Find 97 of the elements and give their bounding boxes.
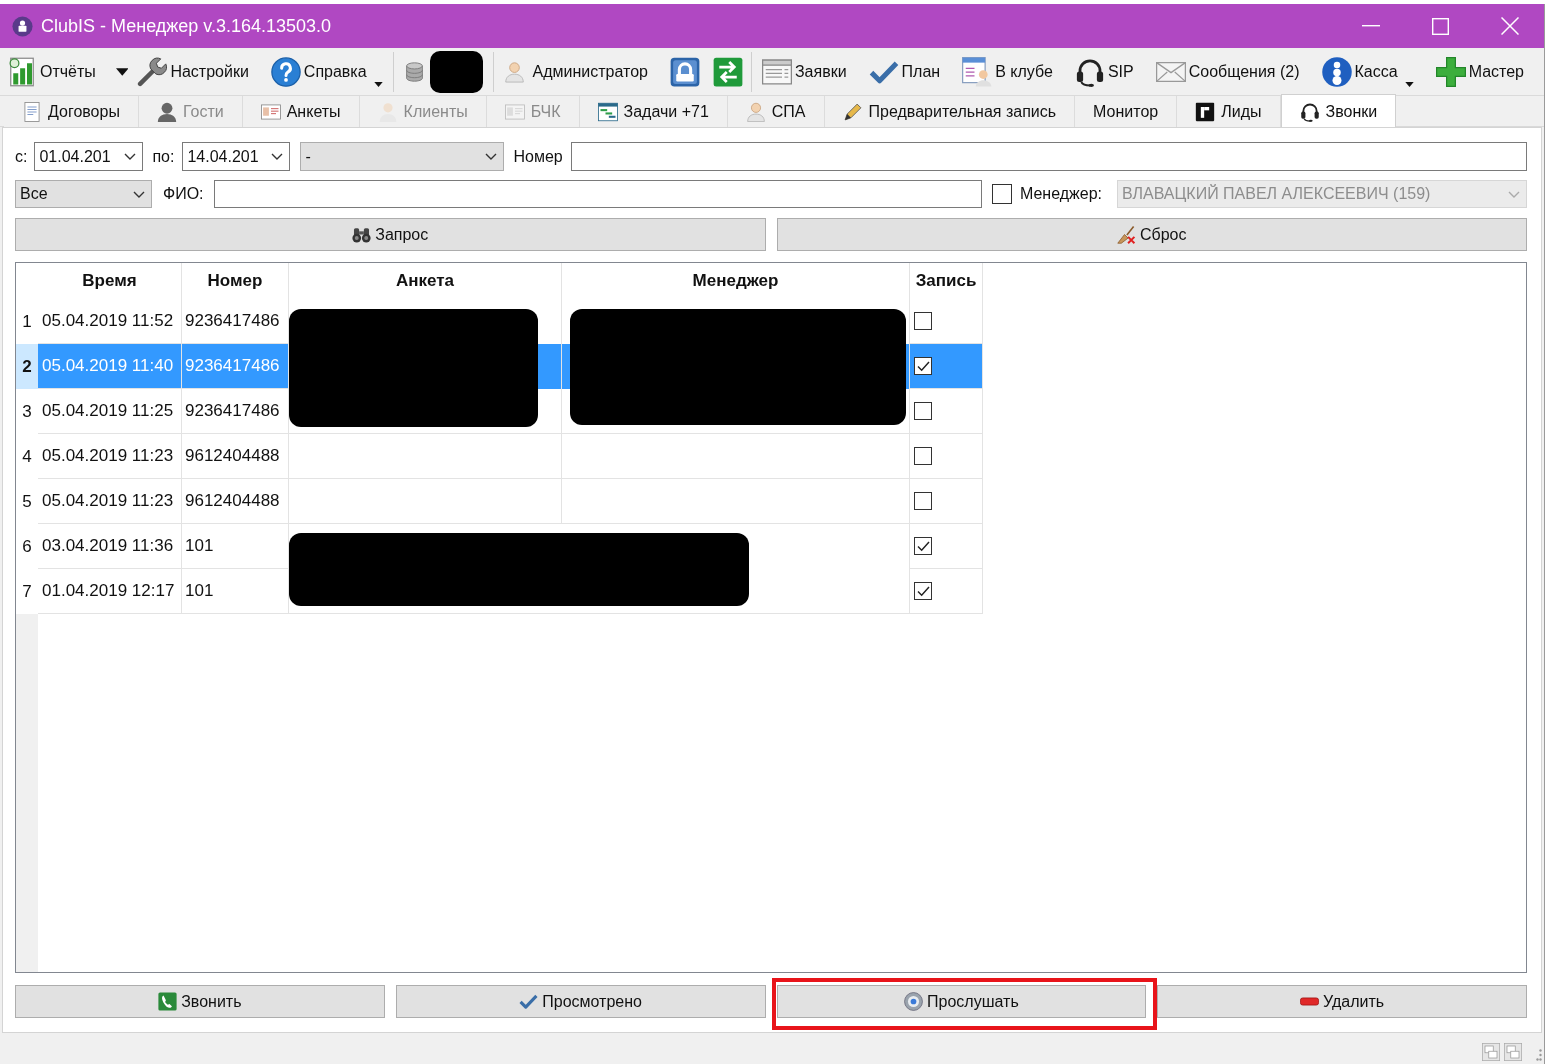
checkbox[interactable] (914, 492, 932, 510)
date-picker[interactable]: 14.04.201 (182, 142, 291, 171)
table-cell: 101 (182, 524, 289, 569)
help-icon (270, 56, 301, 87)
cashier-icon (1321, 56, 1352, 87)
checkbox[interactable] (914, 582, 932, 600)
input-field[interactable] (570, 142, 1527, 171)
tab[interactable]: Анкеты (242, 96, 360, 127)
app-icon (12, 15, 33, 37)
chevron-down-icon (1508, 190, 1520, 198)
exit-arrows-icon[interactable] (712, 56, 743, 87)
table-cell: 9612404488 (182, 479, 289, 524)
toolbar-button[interactable]: Касса (1321, 51, 1414, 92)
row-number[interactable]: 2 (16, 344, 38, 389)
redaction-block (429, 50, 483, 93)
checkbox-label: Менеджер: (1019, 185, 1102, 203)
tab[interactable]: Задачи +71 (579, 96, 728, 127)
date-picker[interactable]: 01.04.201 (34, 142, 144, 171)
toolbar-button[interactable]: Заявки (761, 51, 847, 92)
tab[interactable]: СПА (727, 96, 825, 127)
headset-icon (1299, 101, 1320, 122)
table-cell: 05.04.2019 11:23 (38, 479, 182, 524)
table-cell: 03.04.2019 11:36 (38, 524, 182, 569)
window-title: ClubIS - Менеджер v.3.164.13503.0 (41, 15, 332, 37)
action-button[interactable]: Удалить (1157, 985, 1527, 1018)
bar-chart-icon (7, 56, 37, 87)
pencil-icon (842, 101, 863, 122)
input-field[interactable] (213, 180, 982, 208)
tab[interactable]: Монитор (1075, 96, 1178, 127)
field-label: ФИО: (163, 185, 204, 203)
tab[interactable]: Звонки (1280, 94, 1397, 128)
checkbox[interactable] (914, 357, 932, 375)
toolbar-button[interactable]: Настройки (137, 51, 249, 92)
id-card-icon (260, 101, 281, 122)
headset-icon (1074, 56, 1105, 87)
binoculars-icon (352, 225, 372, 244)
checkbox[interactable] (914, 447, 932, 465)
field-label: Номер (513, 147, 563, 166)
square-logo-icon (1195, 101, 1216, 122)
checkbox[interactable] (914, 537, 932, 555)
table-cell: 05.04.2019 11:52 (38, 299, 182, 344)
toolbar-button[interactable]: В клубе (962, 51, 1053, 92)
caret-icon[interactable] (115, 67, 129, 76)
user-silhouette-icon (156, 101, 177, 122)
field-label: с: (15, 147, 28, 166)
gantt-chart-icon (597, 101, 618, 122)
table-cell: 05.04.2019 11:23 (38, 434, 182, 479)
table-cell: 01.04.2019 12:17 (38, 569, 182, 614)
database-icon[interactable] (403, 59, 425, 84)
gear-icon (904, 992, 924, 1011)
table-cell: 101 (182, 569, 289, 614)
tab[interactable]: Предварительная запись (824, 96, 1076, 127)
table-cell: 9612404488 (182, 434, 289, 479)
broom-icon (1117, 225, 1136, 244)
maximize-icon[interactable] (1432, 17, 1449, 35)
table-cell: 05.04.2019 11:25 (38, 389, 182, 434)
wrench-icon (137, 56, 168, 87)
chevron-down-icon (485, 153, 498, 160)
toolbar-button[interactable]: План (868, 51, 941, 92)
action-button[interactable]: Просмотрено (395, 985, 766, 1018)
dropdown[interactable]: Все (15, 180, 152, 208)
member-card-icon (962, 56, 993, 87)
user-icon (377, 101, 398, 122)
tab[interactable]: Договоры (4, 96, 139, 127)
dropdown[interactable]: - (300, 142, 505, 171)
chevron-down-icon (133, 190, 145, 198)
table-cell: 9236417486 (182, 389, 289, 434)
resize-grip-icon (1536, 1049, 1542, 1061)
action-button[interactable]: Прослушать (776, 985, 1147, 1018)
toolbar-button[interactable]: Администратор (503, 51, 648, 92)
checkbox[interactable] (914, 312, 932, 330)
toolbar-button[interactable]: Отчёты (7, 51, 96, 92)
query-button[interactable]: Сброс (776, 218, 1527, 251)
check-icon (519, 992, 539, 1011)
field-label: по: (152, 147, 175, 166)
table-cell: 05.04.2019 11:40 (38, 344, 182, 389)
checkbox[interactable] (914, 402, 932, 420)
chevron-down-icon (124, 153, 137, 160)
tab[interactable]: Лиды (1177, 96, 1281, 127)
toolbar-button[interactable]: SIP (1074, 51, 1134, 92)
sheet-icon (761, 56, 792, 87)
toolbar-button[interactable]: Сообщения (2) (1155, 51, 1300, 92)
document-icon (22, 101, 42, 122)
user-icon (745, 101, 766, 122)
table-cell: 9236417486 (182, 344, 289, 389)
chevron-down-icon (271, 153, 284, 160)
close-icon[interactable] (1501, 17, 1519, 35)
table-cell: 9236417486 (182, 299, 289, 344)
action-button[interactable]: Звонить (15, 985, 385, 1018)
query-button[interactable]: Запрос (15, 218, 766, 251)
toolbar-button[interactable]: Справка (270, 51, 383, 92)
user-icon (503, 59, 525, 84)
id-card-icon (504, 101, 525, 122)
phone-icon (158, 992, 178, 1011)
plus-icon (1435, 56, 1466, 87)
lock-icon[interactable] (669, 56, 700, 87)
toolbar-button[interactable]: Мастер (1435, 51, 1524, 92)
